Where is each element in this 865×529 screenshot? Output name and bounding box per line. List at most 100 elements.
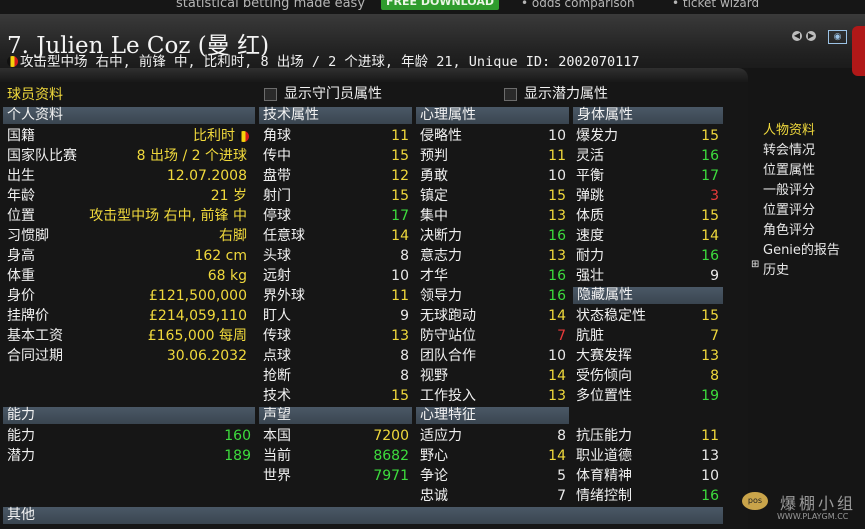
reputation-label: 本国 [263,428,291,444]
attr-row: 无球跑动 14 [420,306,566,326]
attr-value: 11 [391,128,409,144]
attr-row: 侵略性 10 [420,126,566,146]
attr-value: 15 [701,208,719,224]
attr-value: 14 [701,228,719,244]
attr-label: 爆发力 [576,128,618,144]
reputation-value: 8682 [373,448,409,464]
trait-label: 忠诚 [420,488,448,504]
show-gk-label[interactable]: 显示守门员属性 [284,83,382,103]
attr-value: 11 [391,288,409,304]
show-potential-checkbox[interactable] [504,88,517,101]
back-icon[interactable]: ◀ [792,31,802,41]
attr-row: 预判 11 [420,146,566,166]
attr-label: 团队合作 [420,348,476,364]
forward-icon[interactable]: ▶ [806,31,816,41]
camera-icon[interactable]: ◉ [828,30,847,44]
info-label: 国家队比赛 [7,148,77,164]
player-subtitle: 攻击型中场 右中, 前锋 中, 比利时, 8 出场 / 2 个进球, 年龄 21… [7,50,640,70]
attr-value: 13 [701,348,719,364]
attr-label: 传球 [263,328,291,344]
section-mental: 心理属性 [416,107,569,124]
attr-label: 预判 [420,148,448,164]
sidebar-item-transfer[interactable]: 转会情况 [763,139,815,158]
info-row: 位置 攻击型中场 右中, 前锋 中 [7,206,247,226]
attr-value: 16 [548,268,566,284]
sidebar-item-role-rating[interactable]: 角色评分 [763,219,815,238]
sidebar-item-position-rating[interactable]: 位置评分 [763,199,815,218]
attr-value: 16 [701,488,719,504]
info-row: 出生 12.07.2008 [7,166,247,186]
attr-value: 9 [710,268,719,284]
attr-label: 决断力 [420,228,462,244]
attr-label: 无球跑动 [420,308,476,324]
side-tab[interactable] [852,26,865,76]
info-label: 挂牌价 [7,308,49,324]
ability-row: 能力 160 [7,426,251,446]
info-label: 合同过期 [7,348,63,364]
show-potential-label[interactable]: 显示潜力属性 [524,83,608,103]
attr-label: 界外球 [263,288,305,304]
attr-value: 9 [400,308,409,324]
attr-label: 领导力 [420,288,462,304]
attr-label: 视野 [420,368,448,384]
sidebar-item-genie-report[interactable]: Genie的报告 [763,239,840,258]
attr-label: 角球 [263,128,291,144]
ad-feature-ticket: • ticket wizard [672,0,760,10]
attr-label: 技术 [263,388,291,404]
attr-row: 勇敢 10 [420,166,566,186]
section-personal: 个人资料 [3,107,255,124]
sidebar-item-profile[interactable]: 人物资料 [763,119,815,138]
attr-value: 8 [400,248,409,264]
attr-value: 12 [391,168,409,184]
attr-row: 体质 15 [576,206,719,226]
belgium-flag-icon [238,131,249,142]
attr-label: 职业道德 [576,448,632,464]
attr-row: 领导力 16 [420,286,566,306]
attr-label: 远射 [263,268,291,284]
attr-value: 11 [701,428,719,444]
sidebar-item-general-rating[interactable]: 一般评分 [763,179,815,198]
attr-label: 意志力 [420,248,462,264]
expand-plus-icon[interactable]: ⊞ [751,259,759,270]
reputation-value: 7200 [373,428,409,444]
attr-row: 抗压能力 11 [576,426,719,446]
info-value: 162 cm [194,248,247,264]
attr-row: 传中 15 [263,146,409,166]
attr-label: 受伤倾向 [576,368,632,384]
info-row: 体重 68 kg [7,266,247,286]
attr-value: 13 [548,248,566,264]
attr-value: 10 [548,348,566,364]
info-row: 挂牌价 £214,059,110 [7,306,247,326]
belgium-flag-icon [7,56,18,67]
attr-row: 受伤倾向 8 [576,366,719,386]
attr-row: 角球 11 [263,126,409,146]
sidebar-item-positions[interactable]: 位置属性 [763,159,815,178]
show-gk-checkbox[interactable] [264,88,277,101]
trait-row: 忠诚 7 [420,486,566,506]
attr-row: 抢断 8 [263,366,409,386]
attr-label: 勇敢 [420,168,448,184]
attr-label: 肮脏 [576,328,604,344]
attr-value: 17 [701,168,719,184]
trait-label: 野心 [420,448,448,464]
attr-value: 3 [710,188,719,204]
ability-label: 潜力 [7,448,35,464]
attr-row: 盘带 12 [263,166,409,186]
section-mental-title: 心理属性 [420,107,476,123]
info-value: 攻击型中场 右中, 前锋 中 [89,208,247,224]
reputation-label: 世界 [263,468,291,484]
attr-row: 才华 16 [420,266,566,286]
free-download-button[interactable]: FREE DOWNLOAD [381,0,499,10]
attr-row: 射门 15 [263,186,409,206]
section-hidden-title: 隐藏属性 [577,287,633,303]
attr-value: 13 [391,328,409,344]
section-traits-title: 心理特征 [420,407,476,423]
attr-label: 速度 [576,228,604,244]
attr-value: 15 [391,188,409,204]
attr-label: 大赛发挥 [576,348,632,364]
attr-value: 15 [391,148,409,164]
watermark-name: 爆棚小组 [780,494,857,513]
attr-label: 平衡 [576,168,604,184]
attr-label: 头球 [263,248,291,264]
sidebar-item-history[interactable]: 历史 [763,259,789,278]
